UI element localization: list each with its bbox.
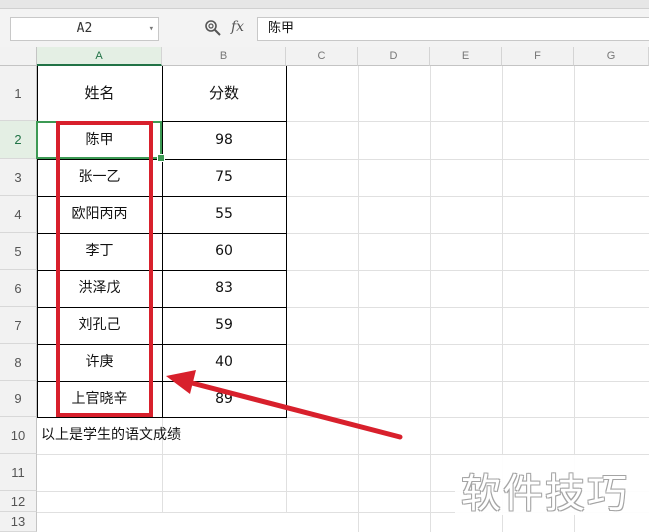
chevron-down-icon[interactable]: ▾ — [149, 18, 154, 40]
watermark-text: 软件技巧 — [461, 471, 629, 517]
grid-line — [286, 233, 649, 234]
score-cell[interactable]: 98 — [162, 121, 286, 159]
row-header-10[interactable]: 10 — [0, 417, 37, 454]
window-top-strip — [0, 0, 649, 9]
score-cell[interactable]: 59 — [162, 307, 286, 344]
row-header-8[interactable]: 8 — [0, 344, 37, 381]
column-header-f[interactable]: F — [502, 47, 574, 66]
select-all-corner[interactable] — [0, 47, 37, 66]
row-header-11[interactable]: 11 — [0, 454, 37, 491]
row-header-2[interactable]: 2 — [0, 121, 37, 159]
row-header-7[interactable]: 7 — [0, 307, 37, 344]
name-box-value: A2 — [76, 21, 93, 36]
formula-bar: A2 ▾ fx 陈甲 — [0, 9, 649, 48]
score-cell[interactable]: 40 — [162, 344, 286, 381]
column-header-d[interactable]: D — [358, 47, 430, 66]
column-header-c[interactable]: C — [286, 47, 358, 66]
note-cell[interactable]: 以上是学生的语文成绩 — [41, 417, 181, 454]
grid-line — [286, 344, 649, 345]
row-header-12[interactable]: 12 — [0, 491, 37, 512]
header-cell-score[interactable]: 分数 — [162, 66, 286, 121]
row-header-9[interactable]: 9 — [0, 381, 37, 417]
grid-line — [286, 381, 649, 382]
grid-line — [286, 417, 287, 513]
grid-line — [358, 66, 359, 532]
row-header-4[interactable]: 4 — [0, 196, 37, 233]
table-border — [286, 66, 287, 418]
grid-line — [286, 196, 649, 197]
score-cell[interactable]: 55 — [162, 196, 286, 233]
grid-line — [286, 270, 649, 271]
column-header-g[interactable]: G — [574, 47, 649, 66]
score-cell[interactable]: 75 — [162, 159, 286, 196]
column-header-a[interactable]: A — [37, 47, 162, 66]
formula-input[interactable]: 陈甲 — [257, 17, 649, 41]
row-header-13[interactable]: 13 — [0, 512, 37, 532]
row-header-3[interactable]: 3 — [0, 159, 37, 196]
grid-line — [286, 121, 649, 122]
grid-line — [286, 417, 649, 418]
row-header-6[interactable]: 6 — [0, 270, 37, 307]
highlight-box — [56, 121, 153, 417]
watermark: 软件技巧 — [455, 455, 649, 517]
grid-line — [430, 66, 431, 532]
score-cell[interactable]: 60 — [162, 233, 286, 270]
score-cell[interactable]: 83 — [162, 270, 286, 307]
fill-handle[interactable] — [157, 154, 165, 162]
score-cell[interactable]: 89 — [162, 381, 286, 417]
column-header-e[interactable]: E — [430, 47, 502, 66]
fx-icon[interactable]: fx — [231, 19, 244, 35]
grid-line — [286, 159, 649, 160]
name-box[interactable]: A2 ▾ — [10, 17, 159, 41]
grid-line — [286, 307, 649, 308]
row-header-5[interactable]: 5 — [0, 233, 37, 270]
column-header-b[interactable]: B — [162, 47, 286, 66]
header-cell-name[interactable]: 姓名 — [37, 66, 162, 121]
zoom-icon[interactable] — [204, 19, 222, 37]
row-header-1[interactable]: 1 — [0, 66, 37, 121]
